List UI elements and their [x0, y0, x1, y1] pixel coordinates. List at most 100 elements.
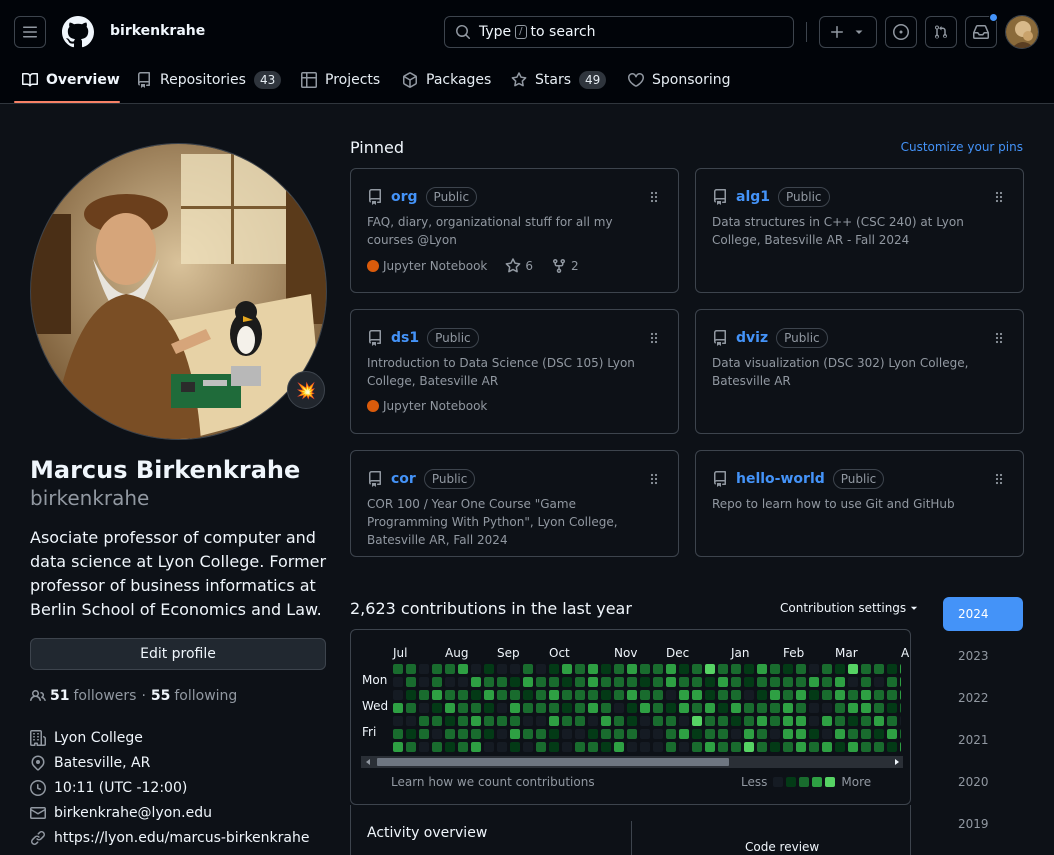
contribution-day[interactable] [835, 664, 845, 674]
contribution-day[interactable] [783, 742, 793, 752]
contribution-day[interactable] [679, 677, 689, 687]
contribution-day[interactable] [731, 729, 741, 739]
contribution-day[interactable] [731, 742, 741, 752]
contribution-day[interactable] [692, 729, 702, 739]
contribution-day[interactable] [575, 729, 585, 739]
contribution-day[interactable] [640, 690, 650, 700]
contribution-day[interactable] [783, 677, 793, 687]
user-avatar[interactable] [1005, 15, 1039, 49]
repo-stars[interactable]: 6 [505, 258, 533, 274]
contribution-day[interactable] [497, 742, 507, 752]
contribution-day[interactable] [692, 742, 702, 752]
contribution-day[interactable] [718, 677, 728, 687]
contribution-day[interactable] [432, 677, 442, 687]
contribution-day[interactable] [458, 690, 468, 700]
contribution-day[interactable] [562, 664, 572, 674]
contribution-day[interactable] [406, 742, 416, 752]
contribution-day[interactable] [744, 729, 754, 739]
contribution-day[interactable] [874, 742, 884, 752]
contribution-day[interactable] [484, 742, 494, 752]
customize-pins-link[interactable]: Customize your pins [901, 140, 1023, 154]
contribution-day[interactable] [549, 742, 559, 752]
contribution-day[interactable] [783, 690, 793, 700]
contribution-day[interactable] [484, 677, 494, 687]
contribution-day[interactable] [887, 742, 897, 752]
contribution-day[interactable] [640, 729, 650, 739]
contribution-day[interactable] [614, 664, 624, 674]
contribution-day[interactable] [861, 742, 871, 752]
contribution-day[interactable] [458, 729, 468, 739]
contribution-day[interactable] [406, 729, 416, 739]
followers-count[interactable]: 51 [50, 688, 69, 704]
contribution-day[interactable] [523, 664, 533, 674]
contribution-day[interactable] [406, 690, 416, 700]
contribution-day[interactable] [666, 716, 676, 726]
contribution-day[interactable] [874, 703, 884, 713]
contribution-day[interactable] [406, 703, 416, 713]
contribution-day[interactable] [783, 664, 793, 674]
contribution-day[interactable] [796, 664, 806, 674]
contribution-day[interactable] [822, 664, 832, 674]
contribution-day[interactable] [822, 703, 832, 713]
contribution-day[interactable] [757, 742, 767, 752]
contribution-day[interactable] [731, 716, 741, 726]
contribution-day[interactable] [705, 703, 715, 713]
contribution-day[interactable] [549, 690, 559, 700]
contribution-day[interactable] [575, 742, 585, 752]
contribution-day[interactable] [900, 716, 901, 726]
contribution-day[interactable] [458, 703, 468, 713]
contribution-day[interactable] [614, 716, 624, 726]
contribution-day[interactable] [562, 690, 572, 700]
contribution-day[interactable] [887, 690, 897, 700]
contribution-day[interactable] [653, 664, 663, 674]
contribution-day[interactable] [432, 690, 442, 700]
contribution-day[interactable] [705, 690, 715, 700]
contribution-day[interactable] [900, 729, 901, 739]
contribution-day[interactable] [692, 664, 702, 674]
contribution-day[interactable] [562, 742, 572, 752]
contribution-day[interactable] [861, 664, 871, 674]
contribution-day[interactable] [835, 716, 845, 726]
repo-name-link[interactable]: cor [391, 471, 416, 487]
contribution-day[interactable] [471, 703, 481, 713]
contribution-day[interactable] [822, 729, 832, 739]
contribution-day[interactable] [419, 729, 429, 739]
search-input[interactable]: Type / to search [444, 16, 794, 48]
contribution-day[interactable] [666, 690, 676, 700]
contribution-day[interactable] [705, 677, 715, 687]
contribution-day[interactable] [666, 703, 676, 713]
contribution-day[interactable] [536, 742, 546, 752]
tab-sponsoring[interactable]: Sponsoring [628, 66, 730, 94]
contribution-day[interactable] [835, 677, 845, 687]
contribution-day[interactable] [458, 677, 468, 687]
contribution-day[interactable] [614, 690, 624, 700]
contribution-day[interactable] [575, 677, 585, 687]
issues-button[interactable] [885, 16, 917, 48]
contribution-day[interactable] [653, 742, 663, 752]
contribution-day[interactable] [770, 677, 780, 687]
contribution-day[interactable] [718, 664, 728, 674]
followers-label[interactable]: followers [73, 688, 136, 704]
contribution-day[interactable] [757, 703, 767, 713]
contribution-day[interactable] [471, 664, 481, 674]
contribution-day[interactable] [640, 677, 650, 687]
contribution-day[interactable] [874, 677, 884, 687]
contribution-day[interactable] [523, 742, 533, 752]
contribution-day[interactable] [393, 716, 403, 726]
contribution-day[interactable] [536, 664, 546, 674]
following-label[interactable]: following [174, 688, 237, 704]
contribution-day[interactable] [471, 729, 481, 739]
contribution-day[interactable] [653, 716, 663, 726]
contribution-day[interactable] [588, 690, 598, 700]
contribution-day[interactable] [900, 664, 901, 674]
contribution-day[interactable] [510, 690, 520, 700]
contribution-day[interactable] [445, 690, 455, 700]
contribution-day[interactable] [705, 742, 715, 752]
contribution-day[interactable] [679, 664, 689, 674]
contribution-day[interactable] [627, 690, 637, 700]
contribution-day[interactable] [796, 690, 806, 700]
contribution-day[interactable] [900, 677, 901, 687]
contribution-day[interactable] [419, 716, 429, 726]
contribution-day[interactable] [510, 742, 520, 752]
contribution-day[interactable] [835, 703, 845, 713]
